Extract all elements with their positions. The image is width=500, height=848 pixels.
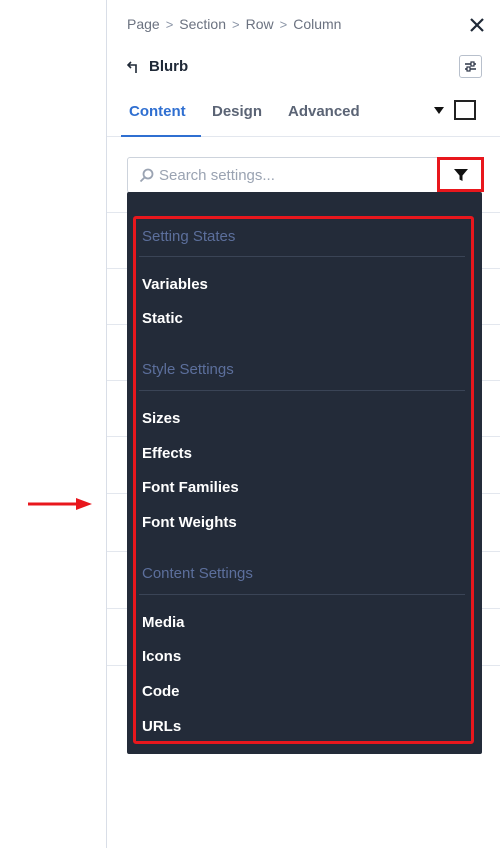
search-icon bbox=[139, 168, 154, 183]
group-divider bbox=[139, 256, 465, 257]
active-tab-indicator bbox=[121, 135, 201, 137]
filter-dropdown: Setting States Variables Static Style Se… bbox=[127, 192, 482, 754]
breadcrumb: Page > Section > Row > Column bbox=[127, 16, 341, 32]
chevron-right-icon: > bbox=[232, 16, 240, 32]
group-header-setting-states: Setting States bbox=[142, 228, 236, 245]
canvas-area bbox=[0, 0, 106, 848]
menu-item-media[interactable]: Media bbox=[142, 614, 185, 631]
menu-item-sizes[interactable]: Sizes bbox=[142, 410, 180, 427]
chevron-right-icon: > bbox=[165, 16, 174, 32]
filter-button[interactable] bbox=[437, 157, 484, 192]
breadcrumb-column[interactable]: Column bbox=[293, 16, 341, 32]
tab-bar: Content Design Advanced bbox=[107, 95, 500, 137]
group-header-style-settings: Style Settings bbox=[142, 361, 234, 378]
breadcrumb-page[interactable]: Page bbox=[127, 16, 160, 32]
group-header-content-settings: Content Settings bbox=[142, 565, 253, 582]
tab-content[interactable]: Content bbox=[129, 103, 186, 120]
menu-item-variables[interactable]: Variables bbox=[142, 276, 208, 293]
group-divider bbox=[139, 594, 465, 595]
breadcrumb-row[interactable]: Row bbox=[246, 16, 274, 32]
breadcrumb-section[interactable]: Section bbox=[179, 16, 226, 32]
square-icon[interactable] bbox=[454, 100, 476, 120]
search-box bbox=[127, 157, 483, 193]
chevron-right-icon: > bbox=[279, 16, 288, 32]
arrow-right-icon bbox=[28, 498, 92, 510]
menu-item-effects[interactable]: Effects bbox=[142, 445, 192, 462]
sliders-icon bbox=[465, 61, 476, 72]
menu-item-font-weights[interactable]: Font Weights bbox=[142, 514, 237, 531]
group-divider bbox=[139, 390, 465, 391]
search-input[interactable] bbox=[159, 164, 429, 186]
menu-item-static[interactable]: Static bbox=[142, 310, 183, 327]
tab-advanced[interactable]: Advanced bbox=[288, 103, 360, 120]
settings-panel: Page > Section > Row > Column Blurb Cont… bbox=[106, 0, 500, 848]
menu-item-code[interactable]: Code bbox=[142, 683, 180, 700]
module-title: Blurb bbox=[149, 58, 189, 75]
filter-icon bbox=[453, 168, 468, 181]
menu-item-icons[interactable]: Icons bbox=[142, 648, 181, 665]
caret-down-icon[interactable] bbox=[434, 107, 444, 115]
back-arrow-icon[interactable] bbox=[127, 60, 141, 74]
close-icon[interactable] bbox=[466, 14, 488, 36]
menu-item-urls[interactable]: URLs bbox=[142, 718, 181, 735]
menu-item-font-families[interactable]: Font Families bbox=[142, 479, 239, 496]
tab-design[interactable]: Design bbox=[212, 103, 262, 120]
presets-button[interactable] bbox=[459, 55, 482, 78]
module-title-row: Blurb bbox=[127, 58, 188, 75]
